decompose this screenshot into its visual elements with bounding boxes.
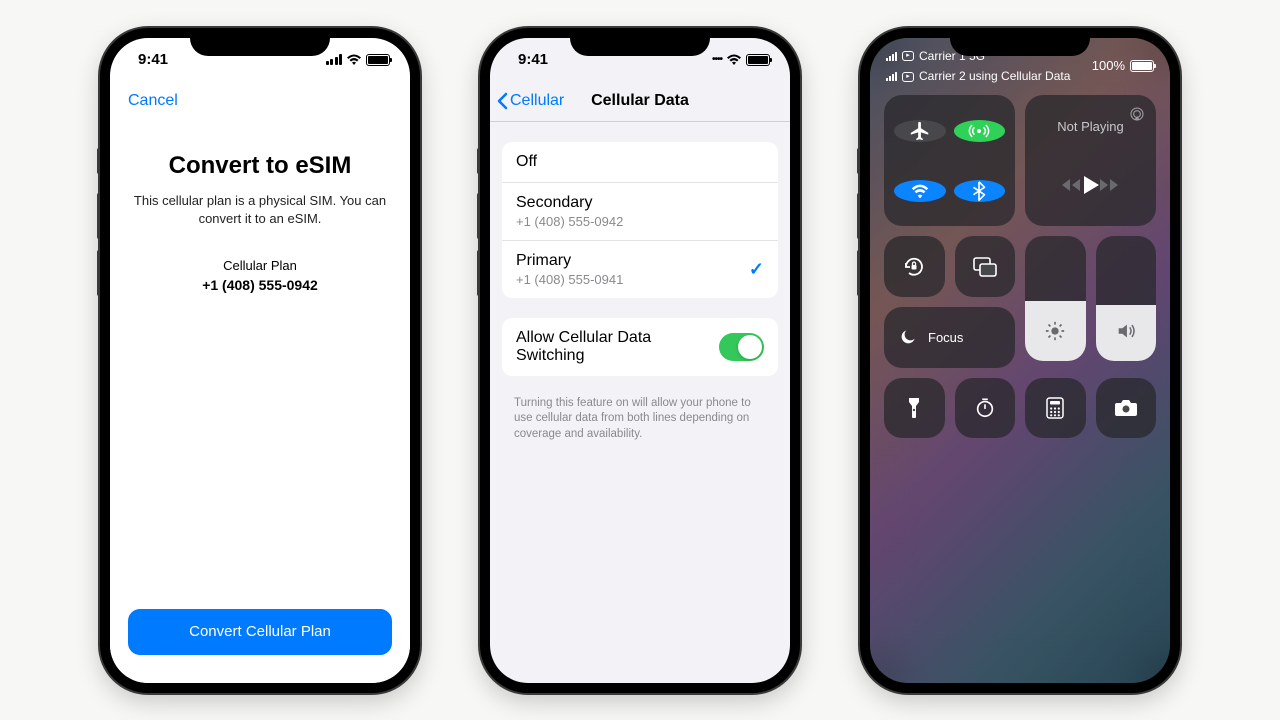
back-label: Cellular xyxy=(510,92,564,110)
nav-bar: Cellular Cellular Data xyxy=(490,82,790,122)
phone-mockup-3: ▸ Carrier 1 5G ▸ Carrier 2 using Cellula… xyxy=(860,28,1180,693)
battery-icon xyxy=(1130,60,1154,72)
battery-status: 100% xyxy=(1092,48,1154,86)
page-subtitle: This cellular plan is a physical SIM. Yo… xyxy=(128,192,392,228)
calculator-button[interactable] xyxy=(1025,378,1086,439)
plan-option-primary[interactable]: Primary +1 (408) 555-0941 ✓ xyxy=(502,241,778,298)
next-track-button[interactable] xyxy=(1100,177,1120,198)
focus-button[interactable]: Focus xyxy=(884,307,1015,368)
signal-icon xyxy=(886,52,897,61)
camera-button[interactable] xyxy=(1096,378,1157,439)
data-switching-toggle[interactable] xyxy=(719,333,764,361)
dual-signal-icon: •••• xyxy=(712,54,722,65)
signal-icon xyxy=(886,72,897,81)
checkmark-icon: ✓ xyxy=(749,259,764,280)
sim-2-icon: ▸ xyxy=(902,72,914,82)
data-plan-list: Off Secondary +1 (408) 555-0942 Primary … xyxy=(502,142,778,298)
page-title: Convert to eSIM xyxy=(128,152,392,180)
orientation-lock-button[interactable] xyxy=(884,236,945,297)
airplane-mode-button[interactable] xyxy=(894,120,946,142)
media-title: Not Playing xyxy=(1057,119,1123,134)
flashlight-button[interactable] xyxy=(884,378,945,439)
media-module[interactable]: Not Playing xyxy=(1025,95,1156,226)
data-switching-row: Allow Cellular Data Switching xyxy=(502,318,778,376)
switch-label: Allow Cellular Data Switching xyxy=(516,329,719,365)
plan-label: Cellular Plan xyxy=(128,258,392,273)
focus-label: Focus xyxy=(928,330,963,345)
status-time: 9:41 xyxy=(518,51,548,68)
screen-mirroring-button[interactable] xyxy=(955,236,1016,297)
back-button[interactable]: Cellular xyxy=(496,92,564,110)
brightness-slider[interactable] xyxy=(1025,236,1086,361)
battery-icon xyxy=(366,54,390,66)
status-time: 9:41 xyxy=(138,51,168,68)
brightness-icon xyxy=(1044,320,1066,347)
control-center-grid: Not Playing xyxy=(870,91,1170,442)
moon-icon xyxy=(898,327,918,347)
convert-plan-button[interactable]: Convert Cellular Plan xyxy=(128,609,392,655)
phone-mockup-2: 9:41 •••• Cellular Cellular Data Off xyxy=(480,28,800,693)
cancel-button[interactable]: Cancel xyxy=(128,82,392,110)
volume-icon xyxy=(1115,320,1137,347)
volume-slider[interactable] xyxy=(1096,236,1157,361)
carrier-2-status: ▸ Carrier 2 using Cellular Data xyxy=(886,68,1070,85)
airplay-icon[interactable] xyxy=(1128,105,1146,123)
chevron-left-icon xyxy=(496,92,508,110)
wifi-icon xyxy=(726,54,742,66)
battery-icon xyxy=(746,54,770,66)
wifi-icon xyxy=(346,54,362,66)
timer-button[interactable] xyxy=(955,378,1016,439)
nav-title: Cellular Data xyxy=(591,92,689,110)
footer-text: Turning this feature on will allow your … xyxy=(490,396,790,443)
plan-phone-number: +1 (408) 555-0942 xyxy=(128,277,392,293)
signal-icon xyxy=(326,54,343,65)
plan-option-off[interactable]: Off xyxy=(502,142,778,183)
play-button[interactable] xyxy=(1082,175,1100,200)
sim-1-icon: ▸ xyxy=(902,51,914,61)
connectivity-module[interactable] xyxy=(884,95,1015,226)
wifi-button[interactable] xyxy=(894,180,946,202)
cellular-data-button[interactable] xyxy=(954,120,1006,142)
switching-group: Allow Cellular Data Switching xyxy=(502,318,778,376)
phone-mockup-1: 9:41 Cancel Convert to eSIM This cellula… xyxy=(100,28,420,693)
bluetooth-button[interactable] xyxy=(954,180,1006,202)
prev-track-button[interactable] xyxy=(1062,177,1082,198)
plan-option-secondary[interactable]: Secondary +1 (408) 555-0942 xyxy=(502,183,778,241)
